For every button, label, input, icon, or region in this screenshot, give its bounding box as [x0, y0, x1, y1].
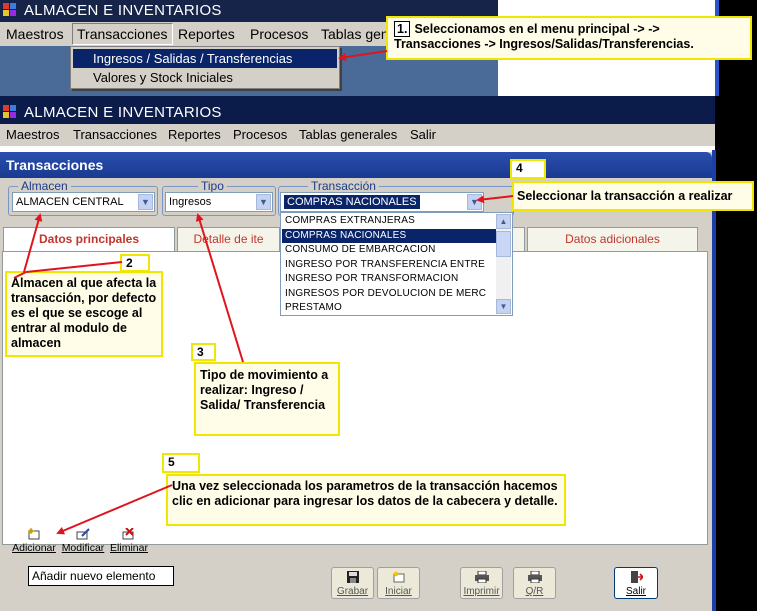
- callout-3-number: 3: [191, 343, 216, 361]
- transaccion-label: Transacción: [308, 180, 379, 192]
- menu-procesos[interactable]: Procesos: [233, 124, 287, 146]
- menu-procesos[interactable]: Procesos: [250, 22, 308, 46]
- exit-door-icon: [631, 571, 643, 583]
- qr-button[interactable]: Q/R: [513, 567, 556, 599]
- tab-datos-adicionales[interactable]: Datos adicionales: [527, 227, 698, 251]
- transaccion-value: COMPRAS NACIONALES: [284, 195, 420, 209]
- option-prestamo[interactable]: PRESTAMO: [282, 301, 496, 316]
- transaccion-options-list: COMPRAS EXTRANJERAS COMPRAS NACIONALES C…: [280, 212, 513, 316]
- option-ingreso-transferencia[interactable]: INGRESO POR TRANSFERENCIA ENTRE: [282, 258, 496, 273]
- option-compras-nacionales[interactable]: COMPRAS NACIONALES: [282, 228, 496, 243]
- delete-label: Eliminar: [110, 542, 148, 554]
- callout-2-text: Almacen al que afecta la transacción, po…: [5, 271, 163, 357]
- callout-5-text: Una vez seleccionada los parametros de l…: [166, 474, 566, 526]
- almacen-value: ALMACEN CENTRAL: [16, 196, 124, 208]
- tipo-label: Tipo: [198, 180, 227, 192]
- option-compras-extranjeras[interactable]: COMPRAS EXTRANJERAS: [282, 214, 496, 229]
- save-button[interactable]: Grabar: [331, 567, 374, 599]
- delete-icon: [122, 528, 134, 540]
- screen-edge: [716, 96, 757, 611]
- add-icon: [28, 528, 40, 540]
- menu-reportes[interactable]: Reportes: [178, 22, 235, 46]
- menu-transacciones[interactable]: Transacciones: [72, 23, 173, 45]
- callout-4-number: 4: [510, 159, 546, 179]
- add-button[interactable]: Adicionar: [12, 528, 56, 554]
- menu-transacciones[interactable]: Transacciones: [73, 124, 157, 146]
- exit-button[interactable]: Salir: [614, 567, 658, 599]
- form-title: Transacciones: [0, 152, 712, 178]
- tipo-select[interactable]: Ingresos ▼: [165, 192, 273, 212]
- app-logo-icon: [3, 105, 21, 121]
- chevron-down-icon[interactable]: ▼: [256, 194, 271, 210]
- save-label: Grabar: [336, 586, 369, 597]
- callout-1-number: 1.: [394, 21, 411, 37]
- add-label: Adicionar: [12, 542, 56, 554]
- edit-button[interactable]: Modificar: [61, 528, 105, 554]
- callout-4-text: Seleccionar la transacción a realizar: [512, 181, 754, 211]
- transacciones-dropdown-menu: Ingresos / Salidas / Transferencias Valo…: [70, 46, 340, 89]
- print-label: Imprimir: [463, 586, 500, 597]
- callout-2-number: 2: [120, 254, 150, 272]
- transaccion-select[interactable]: COMPRAS NACIONALES ▼: [280, 192, 484, 212]
- almacen-label: Almacen: [18, 180, 71, 192]
- init-label: Iniciar: [385, 586, 412, 597]
- init-button[interactable]: Iniciar: [377, 567, 420, 599]
- printer-icon: [527, 571, 542, 583]
- chevron-down-icon[interactable]: ▼: [138, 194, 153, 210]
- edit-icon: [76, 528, 90, 540]
- callout-1-text: Seleccionamos en el menu principal -> ->…: [394, 22, 694, 51]
- exit-label: Salir: [625, 586, 646, 597]
- scroll-down-icon[interactable]: ▼: [496, 299, 511, 314]
- menu-maestros[interactable]: Maestros: [6, 124, 59, 146]
- tipo-value: Ingresos: [169, 196, 212, 208]
- floppy-disk-icon: [346, 571, 359, 583]
- new-document-icon: [393, 571, 404, 583]
- printer-icon: [474, 571, 489, 583]
- app-logo-icon: [3, 3, 21, 19]
- menu-maestros[interactable]: Maestros: [6, 22, 64, 46]
- menu-salir[interactable]: Salir: [410, 124, 436, 146]
- menu-bar: Maestros Transacciones Reportes Procesos…: [0, 124, 715, 146]
- menu-item-valores-stock[interactable]: Valores y Stock Iniciales: [73, 68, 337, 87]
- list-scrollbar[interactable]: ▲ ▼: [496, 214, 511, 314]
- add-tooltip: Añadir nuevo elemento: [28, 566, 174, 586]
- window-title: ALMACEN E INVENTARIOS: [24, 2, 222, 19]
- window-title-bar: ALMACEN E INVENTARIOS: [0, 102, 715, 124]
- edit-label: Modificar: [61, 542, 105, 554]
- print-button[interactable]: Imprimir: [460, 567, 503, 599]
- delete-button[interactable]: Eliminar: [110, 528, 148, 554]
- callout-1: 1. Seleccionamos en el menu principal -> …: [386, 16, 752, 60]
- callout-5-number: 5: [162, 453, 200, 473]
- chevron-down-icon[interactable]: ▼: [467, 194, 482, 210]
- callout-3-text: Tipo de movimiento a realizar: Ingreso /…: [194, 362, 340, 436]
- menu-reportes[interactable]: Reportes: [168, 124, 221, 146]
- window-title: ALMACEN E INVENTARIOS: [24, 104, 222, 121]
- tab-datos-principales[interactable]: Datos principales: [3, 227, 175, 253]
- tab-detalle-items[interactable]: Detalle de ite: [177, 227, 280, 251]
- menu-item-ingresos-salidas[interactable]: Ingresos / Salidas / Transferencias: [73, 49, 337, 68]
- option-consumo-embarcacion[interactable]: CONSUMO DE EMBARCACION: [282, 243, 496, 258]
- scroll-up-icon[interactable]: ▲: [496, 214, 511, 229]
- scroll-thumb[interactable]: [496, 231, 511, 257]
- qr-label: Q/R: [525, 586, 544, 597]
- option-ingreso-transformacion[interactable]: INGRESO POR TRANSFORMACION: [282, 272, 496, 287]
- almacen-select[interactable]: ALMACEN CENTRAL ▼: [12, 192, 155, 212]
- menu-tablas-generales[interactable]: Tablas generales: [299, 124, 397, 146]
- option-ingresos-devolucion[interactable]: INGRESOS POR DEVOLUCION DE MERC: [282, 287, 496, 302]
